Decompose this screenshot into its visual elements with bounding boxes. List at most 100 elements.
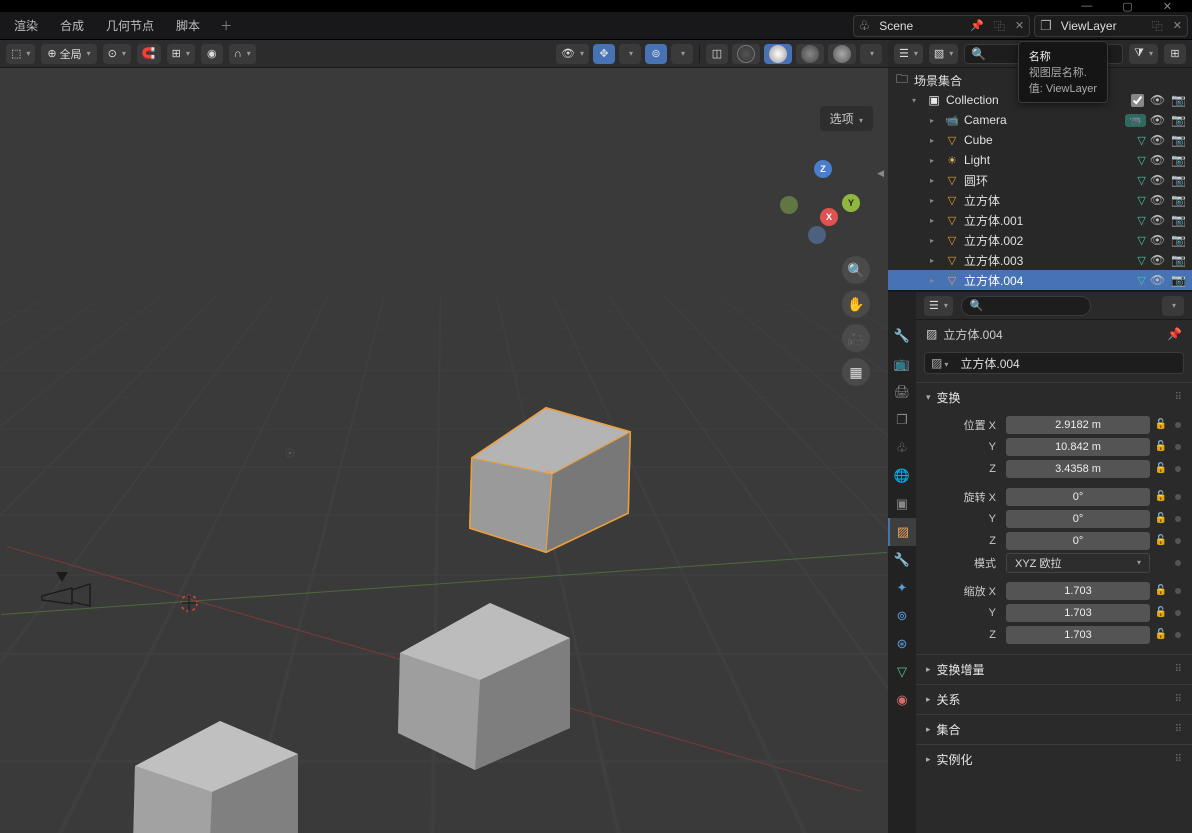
expand-toggle[interactable]: ▸ xyxy=(930,136,940,145)
outliner-view-button[interactable]: ▧▾ xyxy=(929,44,958,64)
overlay-toggle[interactable]: ⊚ xyxy=(645,44,667,64)
render-toggle[interactable]: 📷 xyxy=(1171,173,1186,187)
scale-x-anim[interactable] xyxy=(1175,588,1181,594)
delta-transform-header[interactable]: ▸变换增量⠿ xyxy=(916,655,1192,684)
camera-object[interactable] xyxy=(38,570,98,610)
xray-toggle[interactable]: ◫ xyxy=(706,44,728,64)
scale-y-input[interactable]: 1.703 xyxy=(1006,604,1150,622)
visibility-toggle[interactable]: 👁 xyxy=(1150,213,1165,227)
expand-toggle[interactable]: ▸ xyxy=(930,176,940,185)
expand-toggle[interactable]: ▸ xyxy=(930,216,940,225)
visibility-toggle[interactable]: 👁 xyxy=(1150,253,1165,267)
visibility-toggle[interactable]: 👁 xyxy=(1150,233,1165,247)
proportional-falloff-button[interactable]: ∩▾ xyxy=(229,44,256,64)
scale-z-anim[interactable] xyxy=(1175,632,1181,638)
tab-output[interactable]: 🖨 xyxy=(888,378,916,406)
transform-panel-header[interactable]: ▾变换⠿ xyxy=(916,383,1192,412)
rot-x-lock[interactable]: 🔓 xyxy=(1154,491,1168,502)
tab-collection[interactable]: ▣ xyxy=(888,490,916,518)
camera-view-button[interactable]: 🎥 xyxy=(842,324,870,352)
tab-world[interactable]: 🌐 xyxy=(888,462,916,490)
scale-y-lock[interactable]: 🔓 xyxy=(1154,607,1168,618)
rot-mode-anim[interactable] xyxy=(1175,560,1181,566)
loc-x-lock[interactable]: 🔓 xyxy=(1154,419,1168,430)
visibility-toggle[interactable]: 👁 xyxy=(1150,113,1165,127)
collection-checkbox[interactable] xyxy=(1131,94,1144,107)
outliner-filter-button[interactable]: ⧩▾ xyxy=(1129,44,1158,64)
cube-object-2[interactable] xyxy=(380,598,580,778)
scale-x-input[interactable]: 1.703 xyxy=(1006,582,1150,600)
loc-y-input[interactable]: 10.842 m xyxy=(1006,438,1150,456)
sidebar-collapse-arrow[interactable]: ◀ xyxy=(877,168,884,179)
render-toggle[interactable]: 📷 xyxy=(1171,133,1186,147)
perspective-toggle-button[interactable]: ▦ xyxy=(842,358,870,386)
visibility-toggle[interactable]: 👁 xyxy=(1150,193,1165,207)
viewlayer-selector[interactable]: ❐ ⿻ ✕ xyxy=(1034,15,1188,37)
tab-viewlayer[interactable]: ❐ xyxy=(888,406,916,434)
tab-compositing[interactable]: 合成 xyxy=(50,13,94,38)
rot-z-lock[interactable]: 🔓 xyxy=(1154,535,1168,546)
pan-button[interactable]: ✋ xyxy=(842,290,870,318)
outliner-item-2[interactable]: ▸☀Light▽👁📷 xyxy=(888,150,1192,170)
new-scene-button[interactable]: ⿻ xyxy=(989,18,1010,34)
render-toggle[interactable]: 📷 xyxy=(1171,153,1186,167)
loc-x-input[interactable]: 2.9182 m xyxy=(1006,416,1150,434)
tab-render[interactable]: 📺 xyxy=(888,350,916,378)
outliner-item-3[interactable]: ▸▽圆环▽👁📷 xyxy=(888,170,1192,190)
orientation-selector[interactable]: ⊕ 全局▾ xyxy=(41,44,96,64)
tab-constraints[interactable]: ⊛ xyxy=(888,630,916,658)
render-toggle[interactable]: 📷 xyxy=(1171,273,1186,287)
rot-y-input[interactable]: 0° xyxy=(1006,510,1150,528)
outliner-display-mode[interactable]: ☰▾ xyxy=(894,44,923,64)
expand-toggle[interactable]: ▸ xyxy=(930,116,940,125)
tab-scripting[interactable]: 脚本 xyxy=(166,13,210,38)
tab-tool[interactable]: 🔧 xyxy=(888,322,916,350)
outliner-item-5[interactable]: ▸▽立方体.001▽👁📷 xyxy=(888,210,1192,230)
gizmo-z-axis[interactable]: Z xyxy=(814,160,832,178)
add-workspace-button[interactable]: ＋ xyxy=(212,13,240,38)
scale-y-anim[interactable] xyxy=(1175,610,1181,616)
gizmo-x-axis[interactable]: X xyxy=(820,208,838,226)
tab-object[interactable]: ▨ xyxy=(888,518,916,546)
render-toggle[interactable]: 📷 xyxy=(1171,253,1186,267)
scene-name-input[interactable] xyxy=(875,19,965,33)
proportional-edit-toggle[interactable]: ◉ xyxy=(201,44,223,64)
overlay-options-button[interactable]: ▾ xyxy=(671,44,693,64)
object-name-input[interactable] xyxy=(954,356,1183,370)
visibility-toggle[interactable]: 👁 xyxy=(1150,133,1165,147)
selected-cube-object[interactable] xyxy=(456,398,646,558)
gizmo-options-button[interactable]: ▾ xyxy=(619,44,641,64)
outliner-new-collection[interactable]: ⊞ xyxy=(1164,44,1186,64)
scale-z-lock[interactable]: 🔓 xyxy=(1154,629,1168,640)
loc-x-anim[interactable] xyxy=(1175,422,1181,428)
render-toggle[interactable]: 📷 xyxy=(1171,233,1186,247)
visibility-toggle[interactable]: 👁 xyxy=(1150,93,1165,107)
gizmo-neg-axis1[interactable] xyxy=(780,196,798,214)
rot-mode-select[interactable]: XYZ 欧拉▾ xyxy=(1006,553,1150,573)
instancing-header[interactable]: ▸实例化⠿ xyxy=(916,745,1192,774)
tab-material[interactable]: ◉ xyxy=(888,686,916,714)
rendered-shading-button[interactable] xyxy=(828,44,856,64)
shading-options-button[interactable]: ▾ xyxy=(860,44,882,64)
expand-toggle[interactable]: ▾ xyxy=(912,96,922,105)
delete-scene-button[interactable]: ✕ xyxy=(1010,19,1029,32)
minimize-icon[interactable]: — xyxy=(1081,0,1092,12)
outliner-item-6[interactable]: ▸▽立方体.002▽👁📷 xyxy=(888,230,1192,250)
tab-modifiers[interactable]: 🔧 xyxy=(888,546,916,574)
cube-object-3[interactable] xyxy=(120,716,310,833)
visibility-toggle[interactable]: 👁 xyxy=(1150,273,1165,287)
expand-toggle[interactable]: ▸ xyxy=(930,276,940,285)
3d-viewport[interactable]: 选项 ▾ ◀ Z Y X 🔍 ✋ 🎥 ▦ xyxy=(0,68,888,833)
solid-shading-button[interactable] xyxy=(764,44,792,64)
scale-z-input[interactable]: 1.703 xyxy=(1006,626,1150,644)
outliner-item-4[interactable]: ▸▽立方体▽👁📷 xyxy=(888,190,1192,210)
outliner-item-7[interactable]: ▸▽立方体.003▽👁📷 xyxy=(888,250,1192,270)
rot-z-anim[interactable] xyxy=(1175,538,1181,544)
editor-type-button[interactable]: ⬚▾ xyxy=(6,44,35,64)
expand-toggle[interactable]: ▸ xyxy=(930,236,940,245)
rot-x-input[interactable]: 0° xyxy=(1006,488,1150,506)
snap-target-button[interactable]: ⊞▾ xyxy=(167,44,195,64)
visibility-toggle[interactable]: 👁 xyxy=(1150,173,1165,187)
object-name-field[interactable]: ▨▾ xyxy=(924,352,1184,374)
outliner-item-1[interactable]: ▸▽Cube▽👁📷 xyxy=(888,130,1192,150)
